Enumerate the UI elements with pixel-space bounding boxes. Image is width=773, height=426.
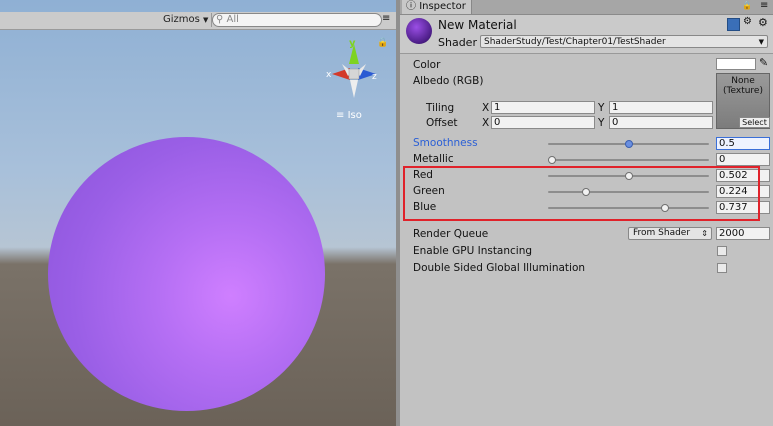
slider-thumb-smoothness[interactable] [624,140,633,148]
scene-search-input[interactable]: ⚲ All [212,13,382,27]
highlight-box [403,166,760,221]
shader-dropdown[interactable]: ShaderStudy/Test/Chapter01/TestShader ▼ [480,35,768,48]
slider-thumb-metallic[interactable] [548,156,556,164]
render-queue-field[interactable]: 2000 [716,227,770,240]
dropdown-arrow-icon: ▼ [203,16,209,24]
offset-y-label: Y [598,117,605,129]
gpu-instancing-label: Enable GPU Instancing [413,245,533,257]
material-header: New Material ⚙ ⚙ Shader ShaderStudy/Test… [400,15,773,54]
search-icon: ⚲ [216,14,224,25]
gizmos-label: Gizmos [163,14,200,25]
double-sided-gi-checkbox[interactable] [717,263,727,273]
material-preview-icon [406,18,432,44]
help-book-icon[interactable] [727,18,740,31]
albedo-label: Albedo (RGB) [413,75,484,87]
settings-slider-icon[interactable]: ⚙ [743,16,752,27]
tab-inspector-label: Inspector [419,1,466,12]
tiling-y-label: Y [598,102,605,114]
tiling-y-field[interactable]: 1 [609,101,713,114]
inspector-tabbar: ⓘ Inspector 🔒 ≡ [400,0,773,15]
color-swatch[interactable] [716,58,756,70]
gizmo-center [348,68,360,80]
gizmos-dropdown[interactable]: Gizmos ▼ [160,13,213,27]
slider-label-metallic: Metallic [413,153,454,165]
menu-icon[interactable]: ≡ [382,13,390,24]
texture-type-label: (Texture) [723,86,763,96]
slider-track-metallic[interactable] [548,159,709,161]
offset-y-field[interactable]: 0 [609,116,713,129]
offset-label: Offset [426,117,458,129]
projection-label: Iso [347,110,362,121]
offset-x-field[interactable]: 0 [491,116,595,129]
info-icon: ⓘ [406,1,416,12]
search-placeholder: All [226,14,239,25]
texture-none-label: None [731,76,755,86]
tiling-label: Tiling [426,102,455,114]
chevron-down-icon: ▼ [758,38,764,46]
menu-icon[interactable]: ≡ [760,0,768,11]
updown-arrow-icon: ⇕ [701,229,708,238]
double-sided-gi-label: Double Sided Global Illumination [413,262,586,274]
axis-y-label: y [349,38,356,49]
projection-toggle[interactable]: ≡ Iso [336,110,362,121]
gpu-instancing-checkbox[interactable] [717,246,727,256]
tiling-x-label: X [482,102,490,114]
tab-inspector[interactable]: ⓘ Inspector [402,0,472,14]
scene-toolbar: Gizmos ▼ ⚲ All ≡ [0,12,396,30]
slider-value-smoothness[interactable]: 0.5 [716,137,770,150]
shader-dropdown-value: ShaderStudy/Test/Chapter01/TestShader [484,37,666,47]
shader-label: Shader [438,36,477,49]
scene-view[interactable]: Gizmos ▼ ⚲ All ≡ y x z 🔒 ≡ Iso [0,0,396,426]
render-queue-mode-dropdown[interactable]: From Shader ⇕ [628,227,712,240]
render-queue-label: Render Queue [413,228,489,240]
texture-select-button[interactable]: Select [739,117,770,128]
lock-icon[interactable]: 🔒 [742,1,752,10]
menu-lines-icon: ≡ [336,110,345,121]
material-sphere[interactable] [48,137,325,411]
render-queue-mode-value: From Shader [633,228,691,238]
lock-icon[interactable]: 🔒 [377,38,388,48]
material-name: New Material [438,18,517,32]
neg-y-cone [350,80,358,98]
slider-label-smoothness: Smoothness [413,137,478,149]
albedo-texture-slot[interactable]: None (Texture) Select [716,73,770,129]
axis-z-label: z [372,72,377,82]
gear-icon[interactable]: ⚙ [758,16,768,29]
eyedropper-icon[interactable]: ✎ [759,56,768,69]
axis-x-label: x [326,70,332,80]
offset-x-label: X [482,117,490,129]
tiling-x-field[interactable]: 1 [491,101,595,114]
slider-value-metallic[interactable]: 0 [716,153,770,166]
color-label: Color [413,59,441,71]
